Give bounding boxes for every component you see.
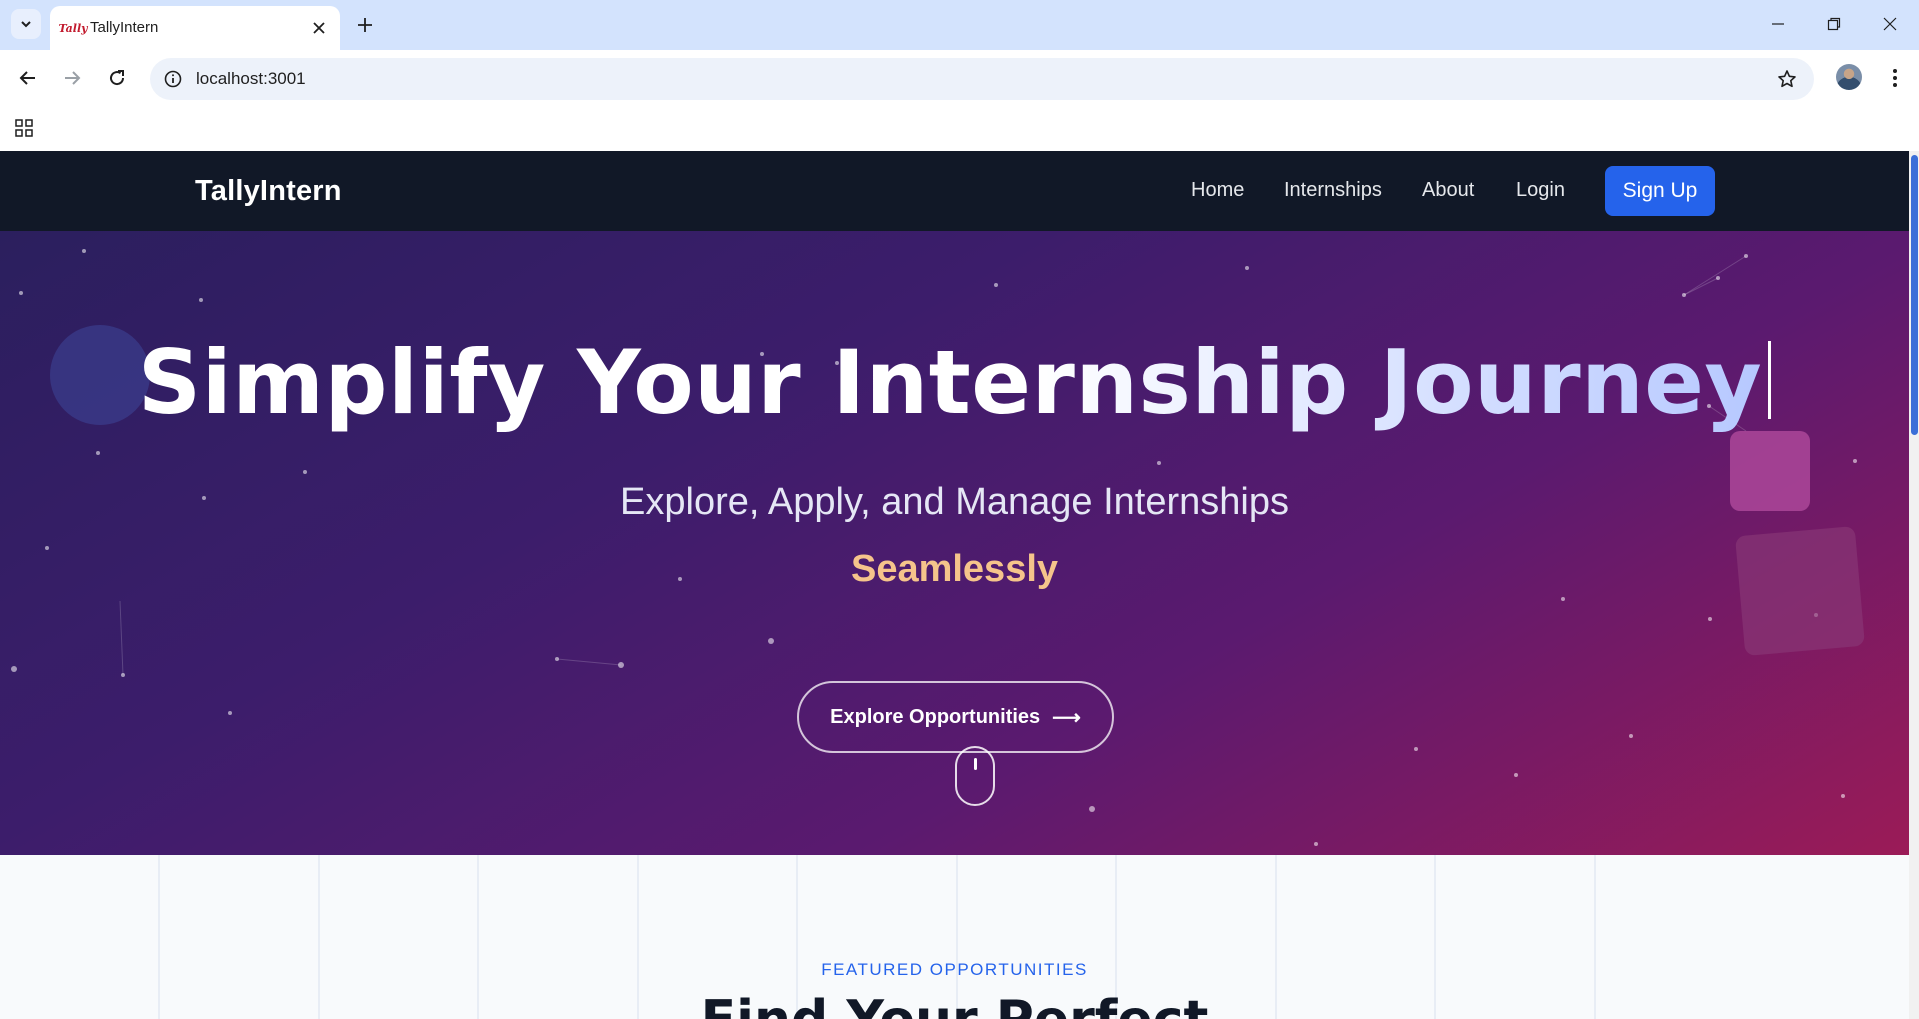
chevron-down-icon xyxy=(21,21,31,28)
tab-favicon-icon: Tally xyxy=(58,21,88,35)
browser-menu-button[interactable] xyxy=(1880,63,1910,93)
reload-button[interactable] xyxy=(102,63,132,93)
decorative-square xyxy=(1734,525,1866,657)
scroll-mouse-icon xyxy=(955,746,995,806)
hero-headline: Simplify Your Internship Journey xyxy=(0,331,1909,434)
bookmarks-bar xyxy=(0,106,1919,151)
minimize-button[interactable] xyxy=(1750,0,1806,48)
page-viewport: TallyIntern Home Internships About Login… xyxy=(0,151,1909,1019)
apps-grid-icon[interactable] xyxy=(13,117,35,139)
scroll-wheel xyxy=(974,758,977,770)
explore-opportunities-button[interactable]: Explore Opportunities ⟶ xyxy=(797,681,1114,753)
nav-link-about[interactable]: About xyxy=(1422,179,1474,202)
nav-link-home[interactable]: Home xyxy=(1191,179,1244,202)
site-logo[interactable]: TallyIntern xyxy=(195,175,342,208)
url-text[interactable]: localhost:3001 xyxy=(196,69,306,89)
browser-toolbar: localhost:3001 xyxy=(0,50,1919,106)
restore-icon xyxy=(1827,17,1841,31)
plus-icon xyxy=(358,18,372,32)
tab-strip: Tally TallyIntern xyxy=(0,0,1919,50)
new-tab-button[interactable] xyxy=(352,12,378,38)
nav-link-login[interactable]: Login xyxy=(1516,179,1565,202)
address-bar[interactable]: localhost:3001 xyxy=(150,58,1814,100)
hero-accent-text: Seamlessly xyxy=(850,548,1059,590)
tab-title: TallyIntern xyxy=(90,19,159,36)
bookmark-star-icon[interactable] xyxy=(1776,68,1798,90)
nav-link-internships[interactable]: Internships xyxy=(1284,179,1382,202)
browser-chrome: Tally TallyIntern localhost:3001 xyxy=(0,0,1919,151)
hero-headline-text: Simplify Your Internship Journey xyxy=(137,331,1763,434)
cta-label: Explore Opportunities xyxy=(830,705,1041,728)
minimize-icon xyxy=(1772,23,1784,25)
featured-title: Find Your Perfect xyxy=(0,990,1909,1019)
typing-caret xyxy=(1768,341,1772,419)
site-info-icon[interactable] xyxy=(162,68,184,90)
featured-eyebrow: FEATURED OPPORTUNITIES xyxy=(821,960,1088,979)
arrow-right-icon xyxy=(65,71,81,85)
profile-avatar[interactable] xyxy=(1836,64,1862,90)
hero-section: Simplify Your Internship Journey Explore… xyxy=(0,231,1909,855)
close-icon xyxy=(313,22,325,34)
browser-tab[interactable]: Tally TallyIntern xyxy=(50,6,340,50)
close-icon xyxy=(1883,17,1897,31)
back-button[interactable] xyxy=(13,63,43,93)
tab-close-button[interactable] xyxy=(308,17,330,39)
forward-button[interactable] xyxy=(57,63,87,93)
scrollbar-thumb[interactable] xyxy=(1911,155,1918,435)
arrow-left-icon xyxy=(19,71,35,85)
featured-section: FEATURED OPPORTUNITIES Find Your Perfect xyxy=(0,855,1909,1019)
signup-button[interactable]: Sign Up xyxy=(1605,166,1715,216)
kebab-menu-icon xyxy=(1893,69,1897,87)
arrow-right-icon: ⟶ xyxy=(1052,706,1081,729)
reload-icon xyxy=(110,70,125,86)
tab-search-button[interactable] xyxy=(11,9,41,39)
site-navbar: TallyIntern Home Internships About Login… xyxy=(0,151,1909,231)
restore-button[interactable] xyxy=(1806,0,1862,48)
hero-subheadline: Explore, Apply, and Manage Internships xyxy=(620,481,1289,523)
close-window-button[interactable] xyxy=(1862,0,1918,48)
